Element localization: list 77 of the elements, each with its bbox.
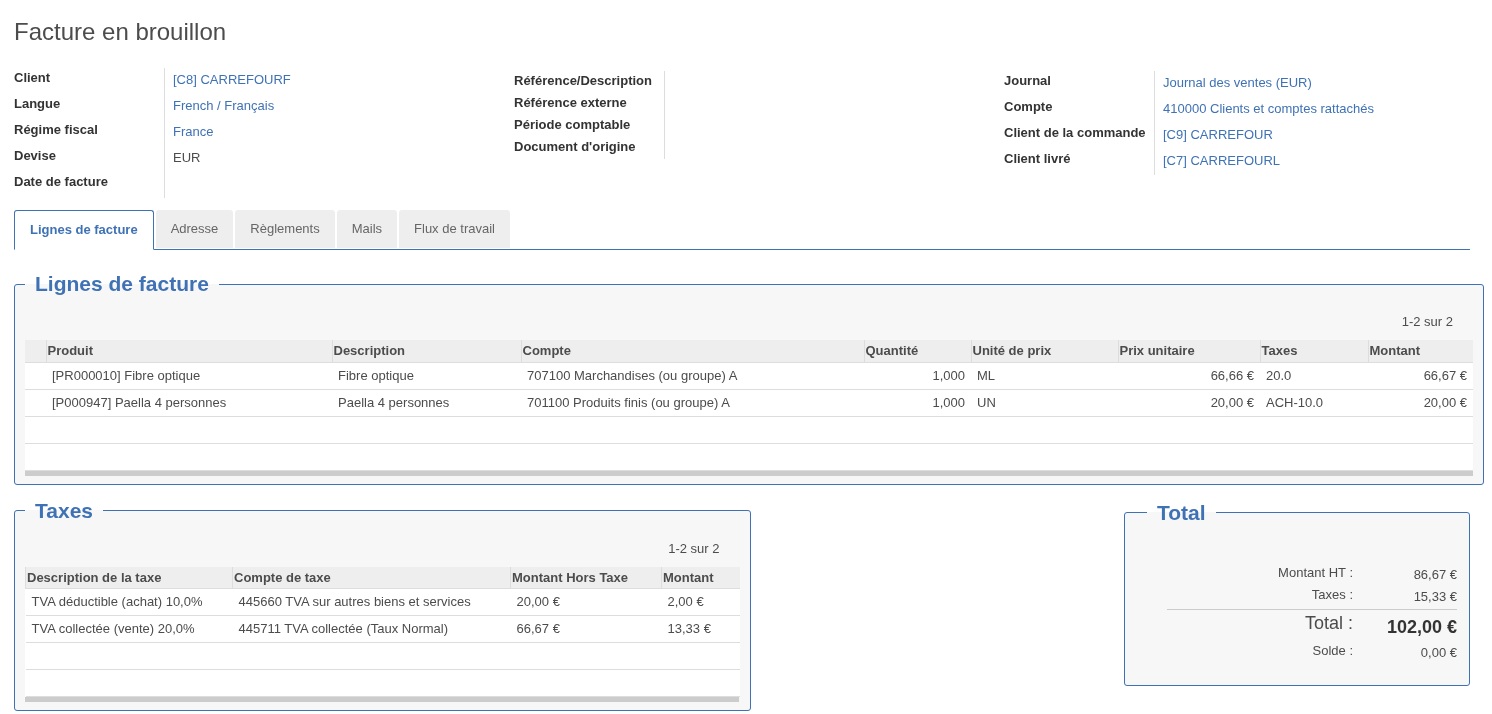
pager-text: 1-2 sur 2 <box>668 539 720 558</box>
column-header: Montant <box>1368 340 1473 362</box>
field-label: Client <box>14 69 51 87</box>
field-label: Référence externe <box>514 94 627 112</box>
table-cell: 66,67 € <box>1368 362 1473 389</box>
table-cell: 445660 TVA sur autres biens et services <box>232 588 511 616</box>
field-link[interactable]: France <box>173 122 214 142</box>
field-link[interactable]: [C8] CARREFOURF <box>173 70 291 90</box>
field-link[interactable]: French / Français <box>173 96 275 116</box>
total-label: Total : <box>1303 611 1353 635</box>
page-title: Facture en brouillon <box>14 18 228 46</box>
panel-title: Lignes de facture <box>34 272 210 296</box>
table-cell: TVA déductible (achat) 10,0% <box>25 588 233 616</box>
column-header: Quantité <box>864 340 971 362</box>
total-value: 15,33 € <box>1412 588 1457 606</box>
total-value: 86,67 € <box>1412 566 1457 584</box>
column-header: Produit <box>46 340 332 362</box>
table-cell: 2,00 € <box>661 588 740 616</box>
table-cell: ACH-10.0 <box>1260 389 1368 416</box>
field-label: Langue <box>14 95 61 113</box>
tab[interactable]: Flux de travail <box>399 210 510 248</box>
table-cell: 701100 Produits finis (ou groupe) A <box>521 389 864 416</box>
pager-text: 1-2 sur 2 <box>1401 313 1453 331</box>
table-cell: 1,000 <box>864 362 971 389</box>
table-cell: Fibre optique <box>332 362 521 389</box>
total-label: Solde : <box>1311 642 1353 660</box>
field-label: Document d'origine <box>514 138 636 156</box>
table-cell: 20,00 € <box>510 588 662 616</box>
panel-title: Total <box>1156 500 1207 525</box>
table-cell: UN <box>971 389 1118 416</box>
tab[interactable]: Lignes de facture <box>14 210 154 250</box>
tab[interactable]: Adresse <box>155 210 234 248</box>
table-cell: 20,00 € <box>1368 389 1473 416</box>
field-link[interactable]: Journal des ventes (EUR) <box>1163 73 1312 93</box>
column-header: Compte <box>521 340 864 362</box>
tab[interactable]: Règlements <box>235 210 335 248</box>
table-cell: ML <box>971 362 1118 389</box>
column-header: Montant <box>661 566 740 589</box>
table-cell: 1,000 <box>864 389 971 416</box>
field-label: Journal <box>1004 72 1051 90</box>
field-label: Référence/Description <box>514 72 652 90</box>
row-selector-header <box>25 340 46 362</box>
total-label: Taxes : <box>1310 586 1353 604</box>
field-label: Client livré <box>1004 150 1071 168</box>
column-header: Montant Hors Taxe <box>510 566 662 589</box>
table-cell: 66,66 € <box>1118 362 1260 389</box>
column-header: Description <box>332 340 521 362</box>
field-link[interactable]: 410000 Clients et comptes rattachés <box>1163 99 1374 119</box>
table-cell: 66,67 € <box>510 615 662 643</box>
table-cell: 20.0 <box>1260 362 1368 389</box>
column-header: Unité de prix <box>971 340 1118 362</box>
field-link[interactable]: [C7] CARREFOURL <box>1163 151 1281 171</box>
total-value: 102,00 € <box>1385 615 1457 639</box>
column-header: Taxes <box>1260 340 1368 362</box>
total-value: 0,00 € <box>1419 644 1457 662</box>
table-cell: TVA collectée (vente) 20,0% <box>25 615 233 643</box>
column-header: Compte de taxe <box>232 566 511 589</box>
field-link[interactable]: [C9] CARREFOUR <box>1163 125 1273 145</box>
total-label: Montant HT : <box>1277 564 1353 582</box>
column-header: Description de la taxe <box>25 566 233 589</box>
table-cell: 20,00 € <box>1118 389 1260 416</box>
table-cell: [P000947] Paella 4 personnes <box>46 389 332 416</box>
table-cell: [PR000010] Fibre optique <box>46 362 332 389</box>
field-label: Date de facture <box>14 173 108 191</box>
field-label: Devise <box>14 147 56 165</box>
table-cell: 13,33 € <box>661 615 740 643</box>
field-label: Compte <box>1004 98 1053 116</box>
field-label: Régime fiscal <box>14 121 98 139</box>
table-cell: Paella 4 personnes <box>332 389 521 416</box>
field-label: Client de la commande <box>1004 124 1146 142</box>
table-cell: 707100 Marchandises (ou groupe) A <box>521 362 864 389</box>
field-label: Période comptable <box>514 116 631 134</box>
column-header: Prix unitaire <box>1118 340 1260 362</box>
field-value: EUR <box>173 149 201 167</box>
panel-title: Taxes <box>34 498 94 523</box>
table-cell: 445711 TVA collectée (Taux Normal) <box>232 615 511 643</box>
tab[interactable]: Mails <box>336 210 398 248</box>
